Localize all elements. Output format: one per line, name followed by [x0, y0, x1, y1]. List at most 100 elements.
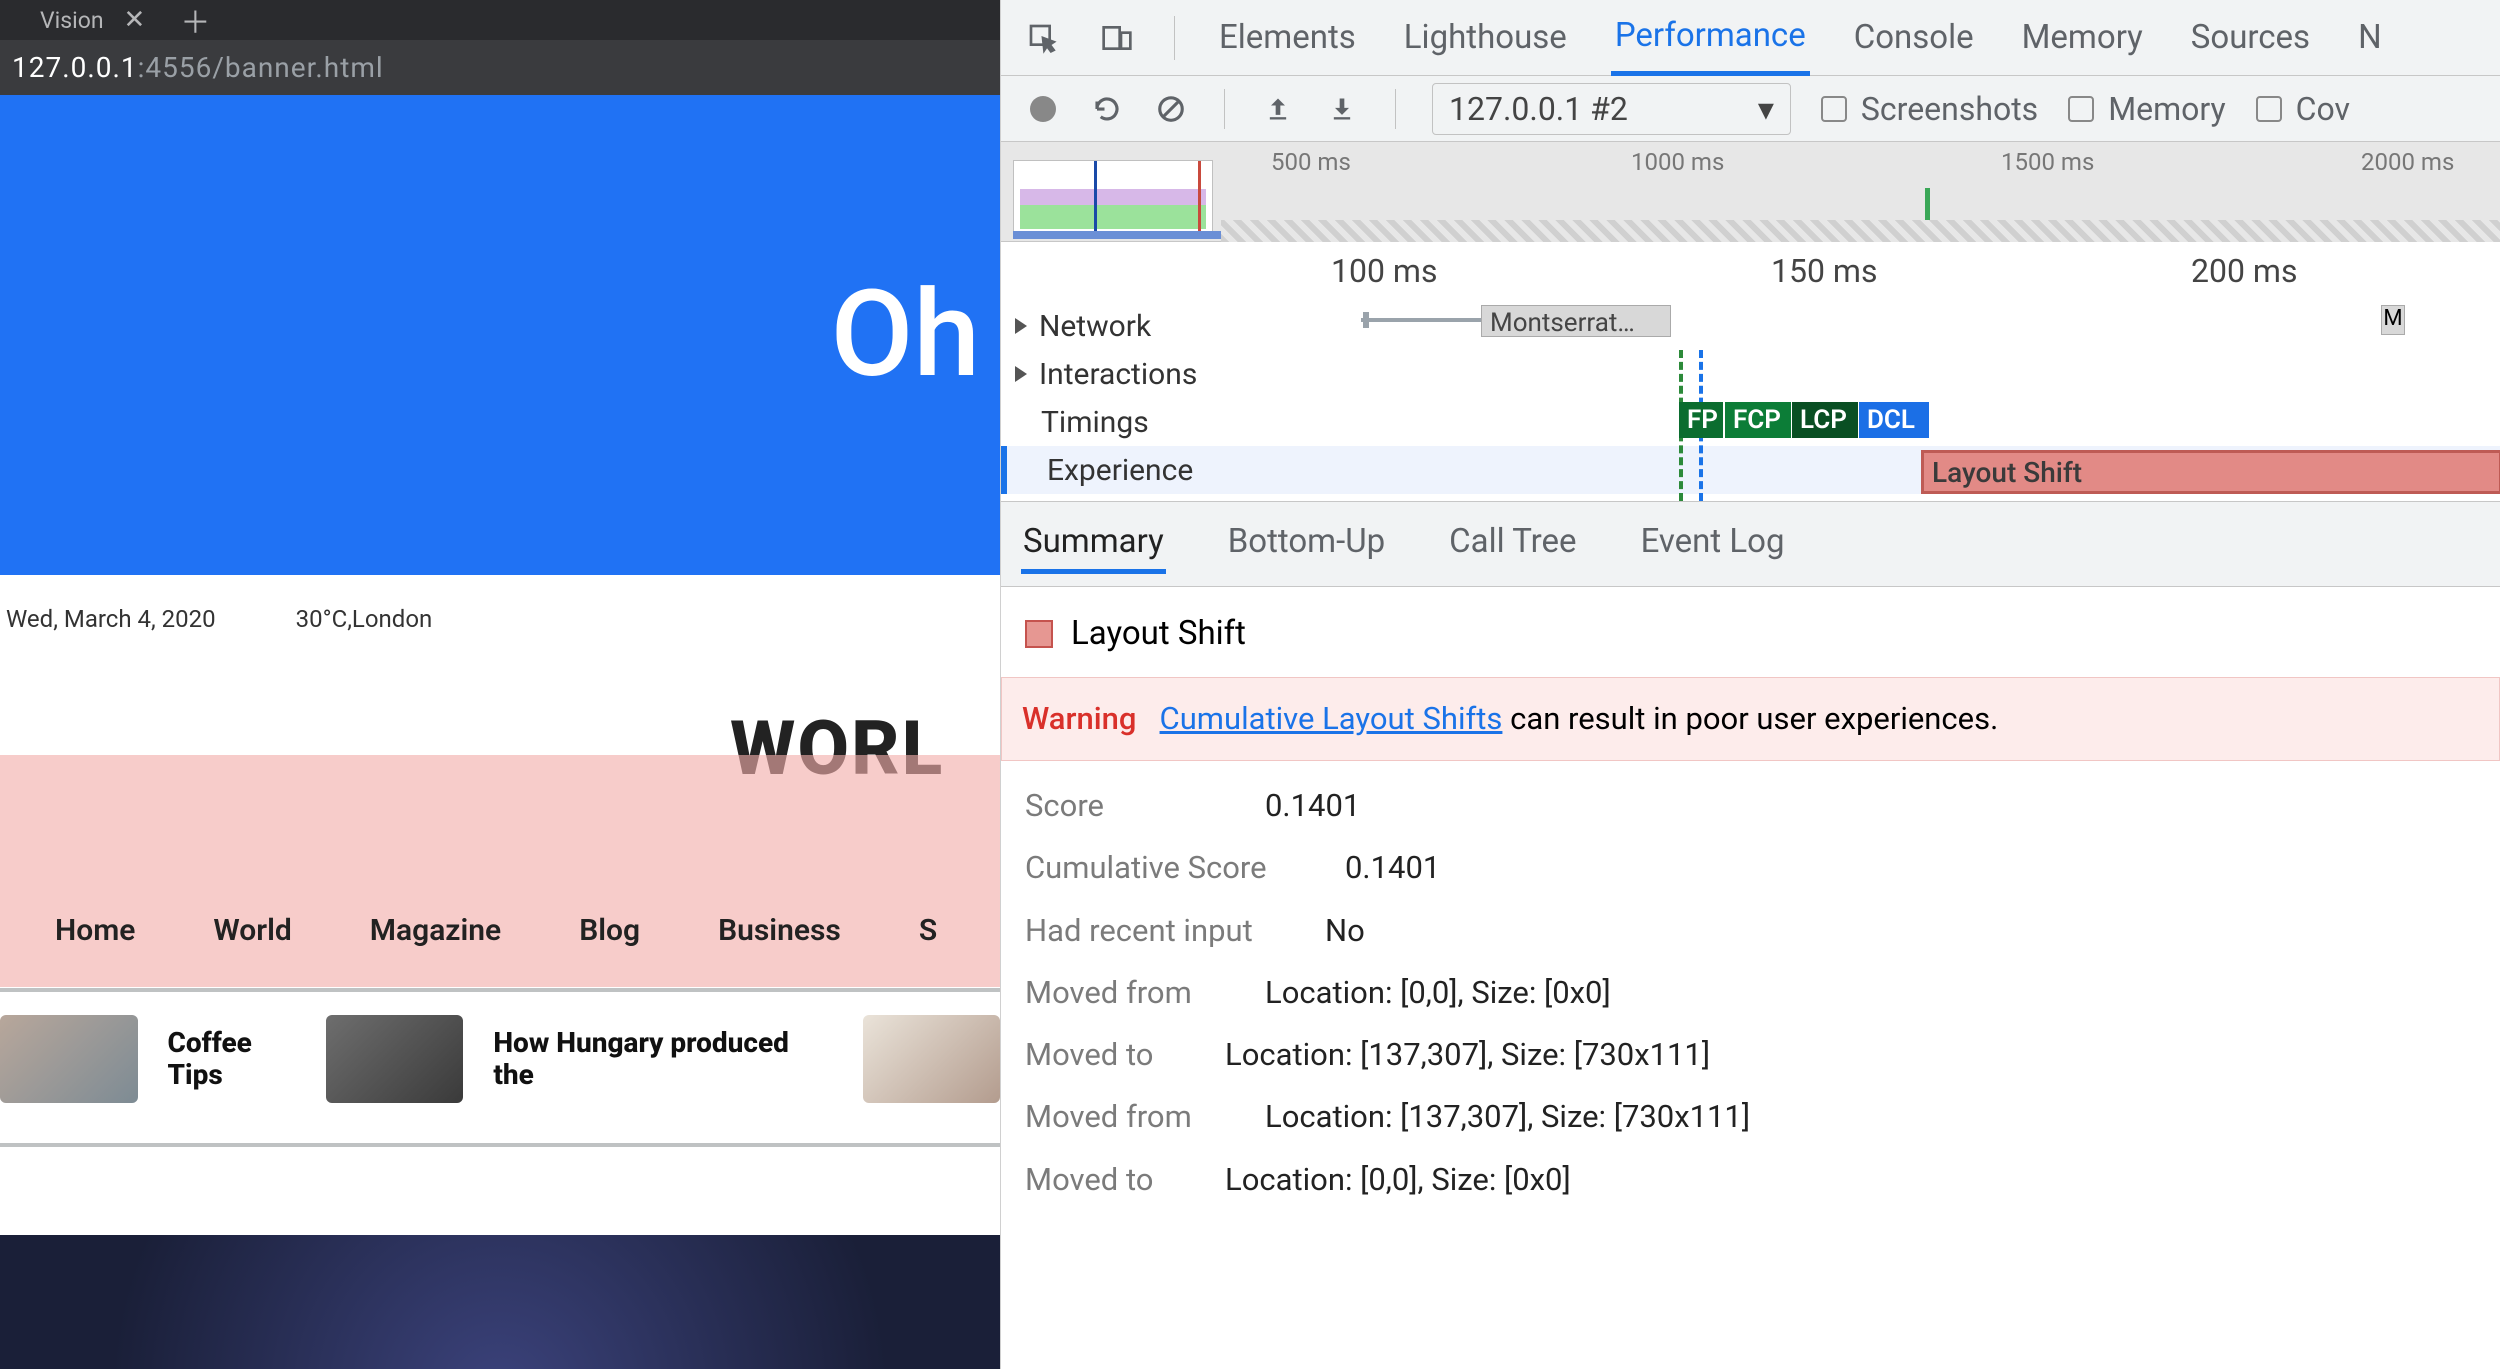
- subtab-bottom-up[interactable]: Bottom-Up: [1226, 514, 1387, 574]
- nav-item-magazine[interactable]: Magazine: [370, 913, 501, 948]
- kv-value: Location: [0,0], Size: [0x0]: [1225, 1153, 1571, 1207]
- cls-warning: Warning Cumulative Layout Shifts can res…: [1001, 677, 2500, 761]
- cls-doc-link[interactable]: Cumulative Layout Shifts: [1160, 700, 1503, 737]
- profile-select[interactable]: 127.0.0.1 #2 ▾: [1432, 83, 1791, 135]
- panel-tab-lighthouse[interactable]: Lighthouse: [1400, 2, 1571, 73]
- profile-select-value: 127.0.0.1 #2: [1449, 90, 1628, 128]
- network-request-chip[interactable]: Montserrat…: [1481, 305, 1671, 337]
- panel-tab-memory[interactable]: Memory: [2018, 2, 2147, 73]
- record-button[interactable]: [1026, 92, 1060, 126]
- overview-selection[interactable]: [1013, 160, 1213, 234]
- divider: [0, 988, 1000, 992]
- checkbox-label: Memory: [2108, 90, 2225, 128]
- experience-layout-shift[interactable]: Layout Shift: [1921, 450, 2500, 494]
- panel-tab-performance[interactable]: Performance: [1611, 0, 1810, 76]
- expand-icon: [1015, 318, 1027, 334]
- article-strip: Coffee Tips How Hungary produced the: [0, 1015, 1000, 1103]
- panel-tab-console[interactable]: Console: [1850, 2, 1978, 73]
- url-port: :4556: [138, 51, 213, 84]
- article-title[interactable]: Coffee Tips: [168, 1027, 296, 1091]
- close-tab-icon[interactable]: ✕: [124, 5, 146, 35]
- kv-value: 0.1401: [1265, 779, 1360, 833]
- timing-lcp[interactable]: LCP: [1792, 402, 1858, 438]
- upload-profile-icon[interactable]: [1261, 92, 1295, 126]
- banner-text: Oh: [831, 265, 980, 405]
- cls-highlight: [0, 755, 1000, 877]
- new-tab-button[interactable]: ＋: [175, 0, 215, 40]
- nav-item-more[interactable]: S: [919, 913, 937, 948]
- nav-item-world[interactable]: World: [213, 913, 291, 948]
- hero-image: [0, 1235, 1000, 1369]
- timeline-overview[interactable]: 500 ms 1000 ms 1500 ms 2000 ms: [1001, 142, 2500, 242]
- nav-item-business[interactable]: Business: [718, 913, 841, 948]
- url-bar[interactable]: 127.0.0.1:4556/banner.html: [0, 40, 1000, 95]
- separator: [1174, 16, 1175, 60]
- kv-key: Moved to: [1025, 1028, 1195, 1082]
- kv-key: Score: [1025, 779, 1235, 833]
- kv-value: Location: [137,307], Size: [730x111]: [1265, 1090, 1750, 1144]
- subtab-call-tree[interactable]: Call Tree: [1447, 514, 1578, 574]
- kv-key: Cumulative Score: [1025, 841, 1315, 895]
- kv-value: Location: [137,307], Size: [730x111]: [1225, 1028, 1710, 1082]
- track-lanes: Montserrat… M FP FCP LCP DCL Layout Shif…: [1281, 302, 2500, 501]
- panel-tab-sources[interactable]: Sources: [2187, 2, 2314, 73]
- separator: [1395, 89, 1396, 129]
- article-title[interactable]: How Hungary produced the: [493, 1027, 832, 1091]
- memory-checkbox[interactable]: Memory: [2068, 90, 2225, 128]
- kv-value: No: [1325, 904, 1365, 958]
- devtools-panel-tabs: Elements Lighthouse Performance Console …: [1001, 0, 2500, 76]
- kv-key: Moved from: [1025, 1090, 1235, 1144]
- kv-key: Moved to: [1025, 1153, 1195, 1207]
- article-thumbnail[interactable]: [0, 1015, 138, 1103]
- separator: [1224, 89, 1225, 129]
- browser-tabbar: Vision ✕ ＋: [0, 0, 1000, 40]
- tab-title: Vision: [40, 7, 104, 34]
- date-label: Wed, March 4, 2020: [6, 605, 216, 633]
- ruler-tick: 200 ms: [2191, 252, 2297, 290]
- event-color-swatch: [1025, 620, 1053, 648]
- article-thumbnail[interactable]: [863, 1015, 1001, 1103]
- panel-tab-more[interactable]: N: [2354, 2, 2386, 73]
- chevron-down-icon: ▾: [1758, 90, 1774, 128]
- kv-key: Had recent input: [1025, 904, 1295, 958]
- url-path: /banner.html: [212, 51, 383, 84]
- timing-fp[interactable]: FP: [1679, 402, 1723, 438]
- nav-item-home[interactable]: Home: [55, 913, 135, 948]
- checkbox-box: [2256, 96, 2282, 122]
- inspect-element-icon[interactable]: [1026, 21, 1060, 55]
- time-ruler: 100 ms 150 ms 200 ms: [1001, 242, 2500, 302]
- clear-button[interactable]: [1154, 92, 1188, 126]
- flame-chart[interactable]: 100 ms 150 ms 200 ms Network Interaction…: [1001, 242, 2500, 502]
- event-title: Layout Shift: [1071, 605, 1246, 663]
- panel-tab-elements[interactable]: Elements: [1215, 2, 1360, 73]
- article-thumbnail[interactable]: [326, 1015, 464, 1103]
- track-label: Interactions: [1039, 357, 1197, 392]
- overview-tick: 1000 ms: [1631, 148, 1724, 176]
- ruler-tick: 100 ms: [1331, 252, 1437, 290]
- timing-dcl[interactable]: DCL: [1859, 402, 1929, 438]
- nav-item-blog[interactable]: Blog: [579, 913, 640, 948]
- device-toggle-icon[interactable]: [1100, 21, 1134, 55]
- network-request-chip[interactable]: M: [2381, 305, 2405, 335]
- performance-toolbar: 127.0.0.1 #2 ▾ Screenshots Memory Cov: [1001, 76, 2500, 142]
- timing-fcp[interactable]: FCP: [1725, 402, 1791, 438]
- network-whisker: [1361, 318, 1481, 322]
- network-whisker: [1363, 312, 1369, 328]
- overview-tick: 500 ms: [1271, 148, 1351, 176]
- info-strip: Wed, March 4, 2020 30°C,London: [0, 575, 1000, 648]
- expand-icon: [1015, 366, 1027, 382]
- subtab-summary[interactable]: Summary: [1021, 514, 1166, 574]
- track-label: Experience: [1047, 453, 1193, 488]
- coverage-checkbox[interactable]: Cov: [2256, 90, 2350, 128]
- download-profile-icon[interactable]: [1325, 92, 1359, 126]
- url-host: 127.0.0.1: [12, 51, 138, 84]
- browser-tab[interactable]: Vision ✕: [10, 0, 175, 40]
- hero-banner: Oh: [0, 95, 1000, 575]
- reload-button[interactable]: [1090, 92, 1124, 126]
- warning-label: Warning: [1022, 700, 1136, 737]
- detail-subtabs: Summary Bottom-Up Call Tree Event Log: [1001, 502, 2500, 587]
- subtab-event-log[interactable]: Event Log: [1639, 514, 1787, 574]
- divider: [0, 1143, 1000, 1147]
- overview-outside-range: [1221, 220, 2500, 242]
- screenshots-checkbox[interactable]: Screenshots: [1821, 90, 2038, 128]
